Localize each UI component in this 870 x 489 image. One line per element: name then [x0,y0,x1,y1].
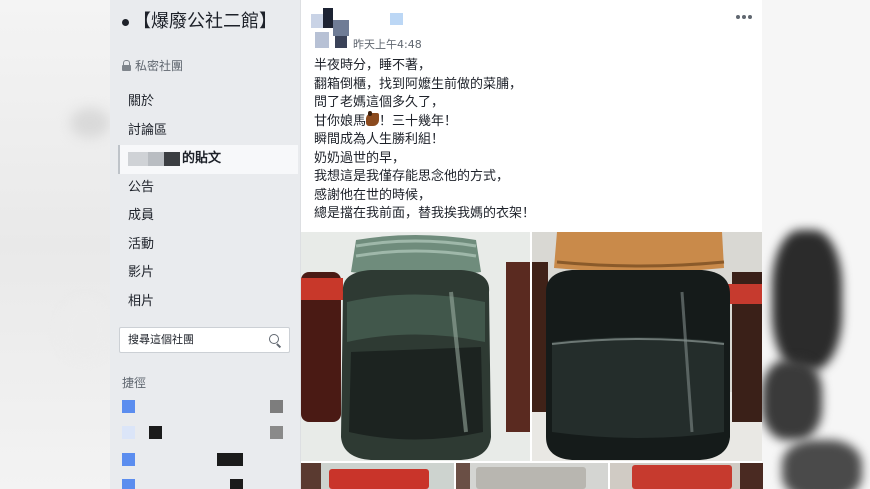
post-line-part: ！三十幾年！ [379,113,458,129]
post-line: 半夜時分，睡不著， [314,58,432,73]
group-search-input[interactable]: 搜尋這個社團 [119,327,290,353]
post-photo[interactable] [532,232,762,461]
sidebar-item-label: 影片 [128,265,155,280]
background-right [762,0,870,489]
sidebar-item-label: 公告 [128,179,155,195]
sidebar-item-announcements[interactable]: 公告 [118,174,298,203]
group-title[interactable]: 【爆廢公社二館】 [122,9,302,35]
post-line: 瞬間成為人生勝利組！ [314,132,445,147]
dot [736,15,740,19]
jar-photo-5 [610,463,763,489]
post-card: 昨天上午4:48 半夜時分，睡不著， 翻箱倒櫃，找到阿嬤生前做的菜脯， 問了老媽… [300,0,763,489]
sidebar-item-member-posts[interactable]: 的貼文 [118,145,298,174]
sidebar-item-label: 活動 [128,236,155,252]
post-line: 問了老媽這個多久了， [314,95,445,110]
group-nav: 關於 討論區 的貼文 公告 成員 活動 影片 相片 [118,88,298,316]
post-line: 奶奶過世的早， [314,150,406,166]
jar-photo-3 [301,463,454,489]
group-sidebar: 【爆廢公社二館】 私密社團 關於 討論區 的貼文 公告 成員 活動 影片 相片 … [110,0,300,489]
sidebar-item-members[interactable]: 成員 [118,202,298,231]
sidebar-item-discussion[interactable]: 討論區 [118,117,298,146]
redacted-block [270,400,283,413]
jar-photo-2 [532,232,762,461]
search-icon[interactable] [269,334,281,346]
more-options-icon[interactable] [736,15,752,19]
jar-photo-1 [301,232,530,461]
horse-icon [366,110,380,126]
post-photo[interactable] [301,463,454,489]
post-timestamp[interactable]: 昨天上午4:48 [353,36,422,52]
post-body: 半夜時分，睡不著， 翻箱倒櫃，找到阿嬤生前做的菜脯， 問了老媽這個多久了， 甘你… [314,57,754,224]
post-line: 甘你娘馬 ！三十幾年！ [314,110,754,132]
shortcut-item[interactable] [122,453,287,467]
sidebar-item-about[interactable]: 關於 [118,88,298,117]
shortcut-item[interactable] [122,426,287,440]
shortcut-avatar [122,479,135,489]
author-avatar[interactable] [311,8,351,50]
redacted-block [230,479,243,489]
post-line: 感謝他在世的時候， [314,187,432,203]
post-line-part: 甘你娘馬 [314,113,367,129]
sidebar-item-label: 關於 [128,94,155,109]
redacted-author-name[interactable] [390,13,403,25]
post-photo[interactable] [301,232,530,461]
pixel-block [323,8,333,28]
privacy-text: 私密社團 [135,59,184,73]
redacted-block [149,426,162,439]
sidebar-item-label: 討論區 [128,122,168,138]
sidebar-item-label: 成員 [128,208,155,223]
sidebar-item-label: 的貼文 [182,151,222,166]
sidebar-item-photos[interactable]: 相片 [118,288,298,317]
dot [748,15,752,19]
sidebar-item-label: 相片 [128,293,155,309]
shortcut-item[interactable] [122,479,287,489]
post-photo[interactable] [456,463,608,489]
post-line: 總是擋在我前面，替我挨我媽的衣架！ [314,206,536,221]
dot [742,15,746,19]
lock-icon [122,60,131,71]
shortcut-avatar [122,426,135,439]
background-left [0,0,110,489]
post-line: 翻箱倒櫃，找到阿嬤生前做的菜脯， [314,76,523,92]
sidebar-item-videos[interactable]: 影片 [118,259,298,288]
shortcut-item[interactable] [122,400,287,414]
shortcut-avatar [122,453,135,466]
post-photo[interactable] [610,463,763,489]
pixel-block [315,32,329,48]
sidebar-item-events[interactable]: 活動 [118,231,298,260]
privacy-label: 私密社團 [122,57,183,74]
redacted-block [217,453,243,466]
pixel-block [335,36,347,48]
search-placeholder: 搜尋這個社團 [128,333,194,346]
jar-photo-4 [456,463,608,489]
post-line: 我想這是我僅存能思念他的方式， [314,169,510,184]
group-name[interactable]: 【爆廢公社二館】 [133,11,277,32]
shortcut-avatar [122,400,135,413]
redacted-name [128,151,180,166]
redacted-block [270,426,283,439]
pixel-block [333,20,349,36]
bullet-icon [122,18,129,26]
shortcuts-heading: 捷徑 [122,376,147,390]
